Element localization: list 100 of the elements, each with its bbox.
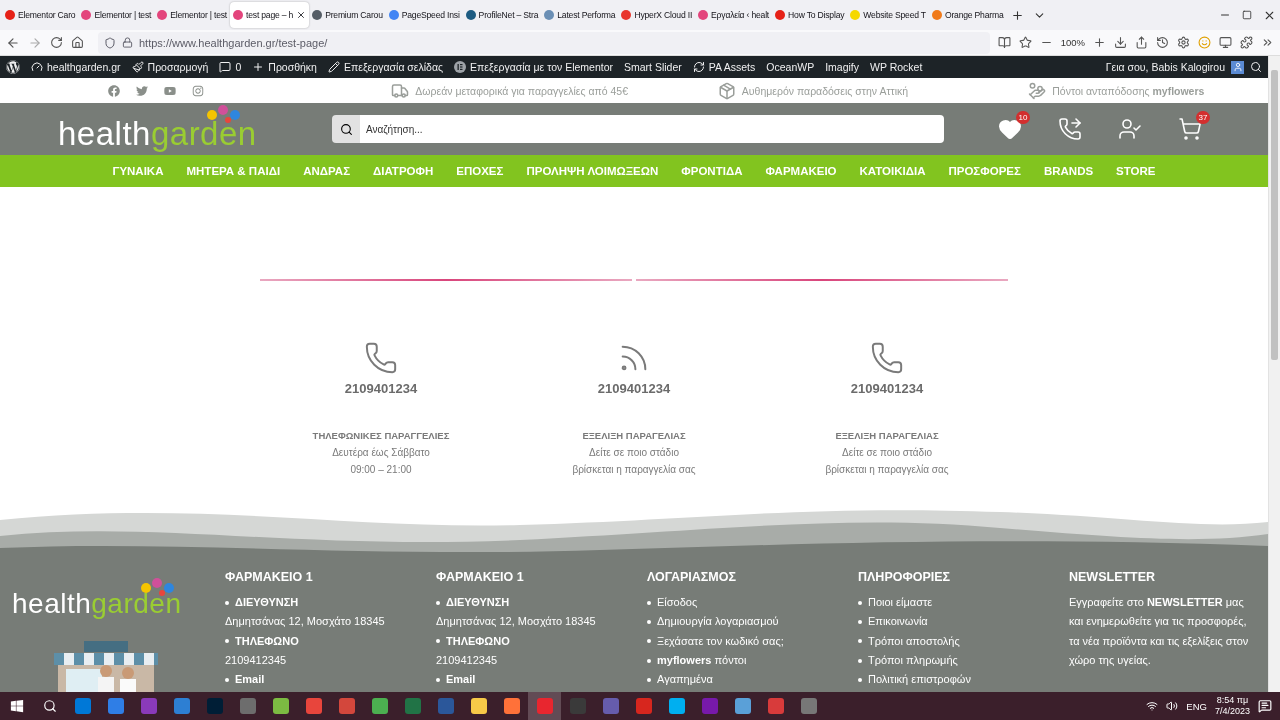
monitor-icon[interactable] [1219,36,1232,49]
user-icon[interactable] [1118,117,1142,141]
site-logo[interactable]: healthgarden [58,103,257,155]
contact-text: βρίσκεται η παραγγελία σας [572,463,696,477]
instagram-icon[interactable] [192,84,204,97]
footer-link[interactable]: Τρόποι πληρωμής [868,650,958,671]
facebook-icon[interactable] [108,84,120,97]
contact-title: ΕΞΕΛΙΞΗ ΠΑΡΑΓΕΛΙΑΣ [582,429,686,443]
shield-icon[interactable] [104,36,116,49]
language-indicator[interactable]: ENG [1186,700,1207,712]
admin-bar-link[interactable]: Imagify [825,61,859,73]
account-greeting[interactable]: Γεια σου, Babis Kalogirou [1105,61,1225,73]
reload-icon[interactable] [50,36,63,49]
admin-bar-link[interactable]: Smart Slider [624,61,682,73]
close-icon[interactable] [296,10,307,20]
browser-tab[interactable]: Εργαλεία ‹ healt [695,2,773,28]
comment-icon [219,61,232,73]
footer-link[interactable]: Δημιουργία λογαριασμού [657,612,779,632]
footer-text: 2109412345 [225,652,287,668]
search-icon[interactable] [1250,61,1262,73]
bullet-icon [858,619,862,624]
info-text: Πόντοι ανταπόδοσης myflowers [1052,84,1205,97]
zoom-in-icon[interactable] [1093,36,1106,49]
bookmark-icon[interactable] [1018,36,1032,49]
browser-tab[interactable]: ProfileNet – Stra [462,2,542,28]
download-icon[interactable] [1114,36,1127,49]
home-icon[interactable] [71,36,84,49]
footer-link[interactable]: Τρόποι αποστολής [868,631,960,651]
app-icon [800,698,817,714]
admin-bar-link[interactable]: healthgarden.gr [47,61,121,73]
footer-link[interactable]: Ξεχάσατε τον κωδικό σας; [657,631,784,651]
site-logo[interactable]: healthgarden [12,576,182,621]
app-icon [635,698,652,714]
bullet-icon [436,677,440,682]
youtube-icon[interactable] [164,84,176,97]
admin-bar-link[interactable]: 0 [235,61,242,73]
footer-label: Email [446,672,476,688]
admin-bar-link[interactable]: Επεξεργασία με τον Elementor [470,61,613,73]
windows-icon[interactable] [9,699,24,713]
browser-tab[interactable]: test page – h [230,2,310,28]
notifications-icon[interactable] [1258,699,1272,713]
footer-text: Δημητσάνας 12, Μοσχάτο 18345 [225,614,385,630]
clock[interactable]: 8:54 πμ 7/4/2023 [1214,695,1250,717]
bullet-icon [858,600,862,605]
overflow-icon[interactable] [1261,36,1274,49]
wordpress-icon[interactable] [6,60,20,74]
footer-heading: ΦΑΡΜΑΚΕΙΟ 1 [225,570,314,584]
admin-bar-link[interactable]: WP Rocket [870,61,923,73]
admin-bar-link[interactable]: Προσαρμογή [147,61,209,73]
app-icon [305,698,322,714]
app-icon [503,698,520,714]
restore-icon[interactable] [1242,10,1252,20]
app-icon [371,698,388,714]
bullet-icon [225,677,229,682]
phone-icon[interactable] [1058,117,1082,141]
browser-tab[interactable]: Elementor | test [154,2,231,28]
browser-tab[interactable]: Premium Carou [309,2,386,28]
twitter-icon[interactable] [136,84,148,97]
new-tab-icon[interactable] [1010,8,1024,22]
scrollbar-thumb[interactable] [1271,70,1278,360]
search-icon[interactable] [42,699,57,713]
volume-icon[interactable] [1166,700,1179,712]
dashboard-icon [31,61,43,73]
package-icon [717,81,736,100]
network-icon[interactable] [1146,700,1159,712]
admin-bar-link[interactable]: PA Assets [708,61,756,73]
footer-link[interactable]: Είσοδος [657,593,698,613]
browser-tab[interactable]: Orange Pharma [928,2,1007,28]
address-field[interactable]: https://www.healthgarden.gr/test-page/ [98,31,990,54]
browser-tab[interactable]: HyperX Cloud II [618,2,696,28]
browser-tab[interactable]: Latest Performa [541,2,619,28]
share-icon[interactable] [1135,36,1148,49]
browser-tab[interactable]: Elementor | test [78,2,155,28]
browser-tab[interactable]: How To Display [772,2,848,28]
browser-tab[interactable]: Website Speed T [847,2,929,28]
footer-link[interactable]: Επικοινωνία [868,612,928,632]
zoom-level[interactable]: 100% [1060,37,1085,48]
footer-link[interactable]: Αγαπημένα [657,670,713,690]
settings-icon[interactable] [1177,36,1190,49]
admin-bar-link[interactable]: Προσθήκη [268,61,317,73]
browser-tab[interactable]: Elementor Caro [2,2,79,28]
footer-link[interactable]: myflowers πόντοι [657,650,747,671]
admin-bar-link[interactable]: Επεξεργασία σελίδας [343,61,444,73]
contact-text: 09:00 – 21:00 [350,463,412,477]
footer-heading: ΛΟΓΑΡΙΑΣΜΟΣ [647,570,737,584]
lock-icon[interactable] [122,37,133,48]
footer-link[interactable]: Πολιτική επιστροφών [868,670,971,690]
history-icon[interactable] [1156,36,1169,49]
app-icon [668,698,685,714]
reader-icon[interactable] [997,36,1011,49]
search-button[interactable] [332,115,360,143]
app-icon [338,698,355,714]
search-field[interactable]: Αναζήτηση... [360,115,944,143]
footer-link[interactable]: Ποιοι είμαστε [868,593,933,613]
search-icon[interactable] [339,122,353,136]
phone-number: 2109401234 [850,381,924,396]
back-icon[interactable] [6,35,20,50]
extensions-icon[interactable] [1240,36,1253,49]
browser-tab[interactable]: PageSpeed Insi [385,2,463,28]
admin-bar-link[interactable]: OceanWP [766,61,815,73]
